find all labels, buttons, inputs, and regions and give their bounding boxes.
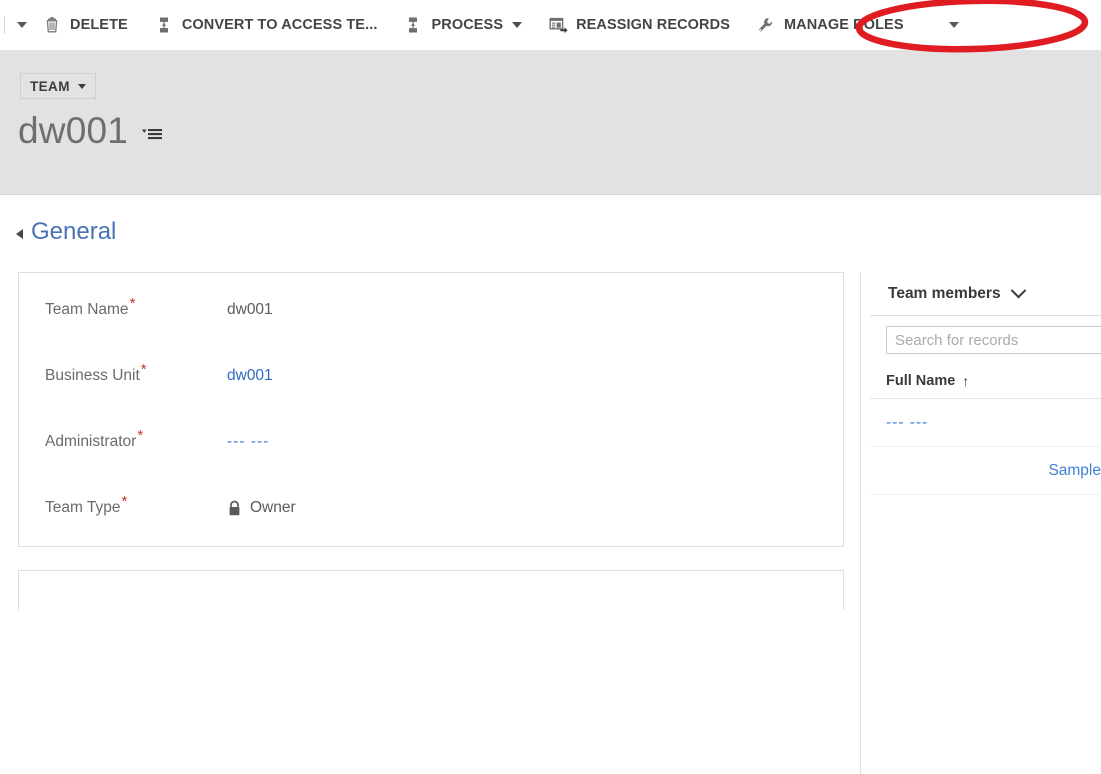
field-value-team-type: Owner <box>227 499 296 517</box>
grid-cell-full-name[interactable]: Sample <box>1048 462 1101 480</box>
trash-icon <box>42 15 62 35</box>
grid-cell-full-name[interactable]: --- --- <box>886 414 928 432</box>
secondary-field-panel <box>18 570 844 610</box>
section-title: General <box>31 218 117 245</box>
form-selector-icon[interactable] <box>141 125 167 143</box>
field-label-text: Team Name <box>45 301 129 318</box>
field-label-text: Team Type <box>45 499 121 516</box>
required-indicator: * <box>137 426 144 444</box>
grid-column-header-label: Full Name <box>886 373 956 389</box>
convert-to-access-team-button-label: CONVERT TO ACCESS TE... <box>181 17 378 33</box>
delete-button-label: DELETE <box>70 17 128 33</box>
record-header: TEAM dw001 <box>0 50 1101 195</box>
reassign-records-icon <box>548 15 568 35</box>
field-row-business-unit: Business Unit* dw001 <box>19 343 843 409</box>
chevron-down-icon <box>17 22 27 28</box>
collapse-triangle-icon <box>16 229 23 239</box>
grid-column-header-full-name[interactable]: Full Name ↑ <box>870 364 1101 399</box>
hierarchy-icon <box>403 15 423 35</box>
hierarchy-icon <box>154 15 174 35</box>
command-bar: DELETE CONVERT TO ACCESS TE... PROCESS R… <box>0 0 1101 50</box>
chevron-down-icon <box>1010 282 1026 299</box>
subgrid-search-wrapper <box>870 316 1101 364</box>
form-body: General Team Name* dw001 Business Unit* … <box>0 196 1101 774</box>
subgrid-header[interactable]: Team members <box>870 272 1101 316</box>
manage-roles-button[interactable]: MANAGE ROLES <box>747 8 913 42</box>
caret-down-icon <box>77 83 86 89</box>
command-bar-overflow-button[interactable] <box>11 10 33 40</box>
required-indicator: * <box>140 360 147 378</box>
required-indicator: * <box>129 294 136 312</box>
process-button-label: PROCESS <box>431 17 504 33</box>
entity-type-dropdown[interactable]: TEAM <box>20 73 96 99</box>
field-value-team-type-text: Owner <box>250 499 296 516</box>
field-label-administrator: Administrator* <box>19 428 227 451</box>
field-value-business-unit[interactable]: dw001 <box>227 367 273 385</box>
section-header-general[interactable]: General <box>16 218 116 246</box>
record-title-row: dw001 <box>18 110 167 152</box>
search-input[interactable] <box>886 326 1101 354</box>
field-label-team-name: Team Name* <box>19 296 227 319</box>
field-label-text: Administrator <box>45 433 137 450</box>
manage-roles-button-label: MANAGE ROLES <box>783 17 904 33</box>
entity-type-label: TEAM <box>30 78 70 94</box>
team-members-subgrid: Team members Full Name ↑ --- --- Sample <box>870 272 1101 578</box>
lock-icon <box>227 500 242 517</box>
subgrid-title: Team members <box>888 284 1001 302</box>
table-row[interactable]: Sample <box>870 447 1101 495</box>
convert-to-access-team-button[interactable]: CONVERT TO ACCESS TE... <box>145 8 387 42</box>
reassign-records-button[interactable]: REASSIGN RECORDS <box>539 8 739 42</box>
command-bar-separator <box>4 16 5 34</box>
reassign-records-button-label: REASSIGN RECORDS <box>576 17 730 33</box>
delete-button[interactable]: DELETE <box>33 8 137 42</box>
field-label-team-type: Team Type* <box>19 494 227 517</box>
required-indicator: * <box>121 492 128 510</box>
field-value-team-name[interactable]: dw001 <box>227 301 273 319</box>
command-bar-more-button[interactable] <box>943 10 965 40</box>
field-row-administrator: Administrator* --- --- <box>19 409 843 475</box>
field-row-team-type: Team Type* Owner <box>19 475 843 541</box>
field-row-team-name: Team Name* dw001 <box>19 277 843 343</box>
wrench-icon <box>756 15 776 35</box>
field-label-text: Business Unit <box>45 367 140 384</box>
table-row[interactable]: --- --- <box>870 399 1101 447</box>
chevron-down-icon <box>948 22 959 28</box>
field-value-administrator[interactable]: --- --- <box>227 433 269 451</box>
panel-divider <box>860 272 861 774</box>
page-title: dw001 <box>18 110 129 151</box>
general-field-panel: Team Name* dw001 Business Unit* dw001 Ad… <box>18 272 844 547</box>
sort-ascending-icon: ↑ <box>962 373 970 389</box>
process-button[interactable]: PROCESS <box>394 8 531 42</box>
field-label-business-unit: Business Unit* <box>19 362 227 385</box>
chevron-down-icon <box>512 22 523 28</box>
